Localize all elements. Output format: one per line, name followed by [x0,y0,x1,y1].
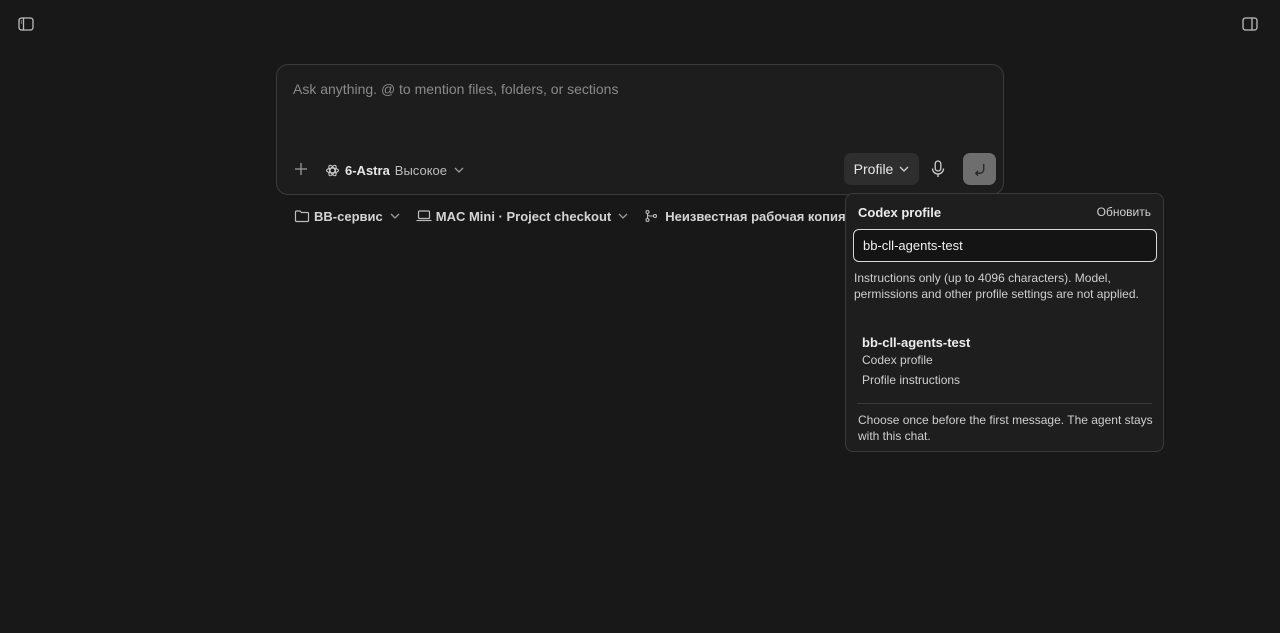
model-selector[interactable]: 6-Astra Высокое [325,160,464,180]
toggle-sidebar-button[interactable] [17,16,35,32]
laptop-icon [416,210,432,222]
model-name: 6-Astra [345,162,390,178]
send-button[interactable] [963,153,996,185]
popover-title: Codex profile [858,205,942,220]
microphone-icon [931,160,945,177]
branch-selector[interactable]: Неизвестная рабочая копия [644,208,863,224]
refresh-button[interactable]: Обновить [1097,205,1151,219]
chevron-down-icon [390,213,400,219]
chat-composer: 6-Astra Высокое Profile [276,64,1004,195]
divider [857,403,1152,404]
chevron-down-icon [899,166,909,172]
message-input[interactable] [293,81,983,97]
machine-name: MAC Mini · Project checkout [435,208,612,224]
chevron-down-icon [618,213,628,219]
add-attachment-button[interactable] [293,161,309,177]
sidebar-left-icon [18,17,34,31]
composer-toolbar: 6-Astra Высокое Profile [277,153,1003,186]
profile-option-type: Codex profile [862,353,933,367]
profile-button[interactable]: Profile [844,153,919,185]
chevron-down-icon [454,167,464,173]
model-logo-icon [326,164,339,176]
branch-name: Неизвестная рабочая копия [665,208,846,224]
folder-name: BB-сервис [314,208,383,224]
profile-option-name: bb-cll-agents-test [862,335,971,350]
machine-selector[interactable]: MAC Mini · Project checkout [416,209,629,224]
profile-button-label: Profile [853,161,894,177]
plus-icon [295,163,307,175]
folder-icon [294,210,310,223]
profile-note: Instructions only (up to 4096 characters… [854,271,1139,301]
voice-input-button[interactable] [931,160,947,178]
profile-search-input[interactable] [853,229,1157,262]
profile-option[interactable]: bb-cll-agents-test Codex profile Profile… [862,335,1152,388]
codex-profile-popover: Codex profile Обновить Instructions only… [845,193,1164,452]
git-branch-icon [645,209,658,223]
send-arrow-icon [974,163,985,176]
folder-selector[interactable]: BB-сервис [294,209,400,224]
popover-footer-note: Choose once before the first message. Th… [858,413,1153,443]
model-level: Высокое [394,162,447,178]
toggle-panel-button[interactable] [1241,16,1259,32]
context-bar: BB-сервис MAC Mini · Project checkout Не… [294,207,879,225]
profile-option-description: Profile instructions [862,373,961,387]
sidebar-right-icon [1242,17,1258,31]
